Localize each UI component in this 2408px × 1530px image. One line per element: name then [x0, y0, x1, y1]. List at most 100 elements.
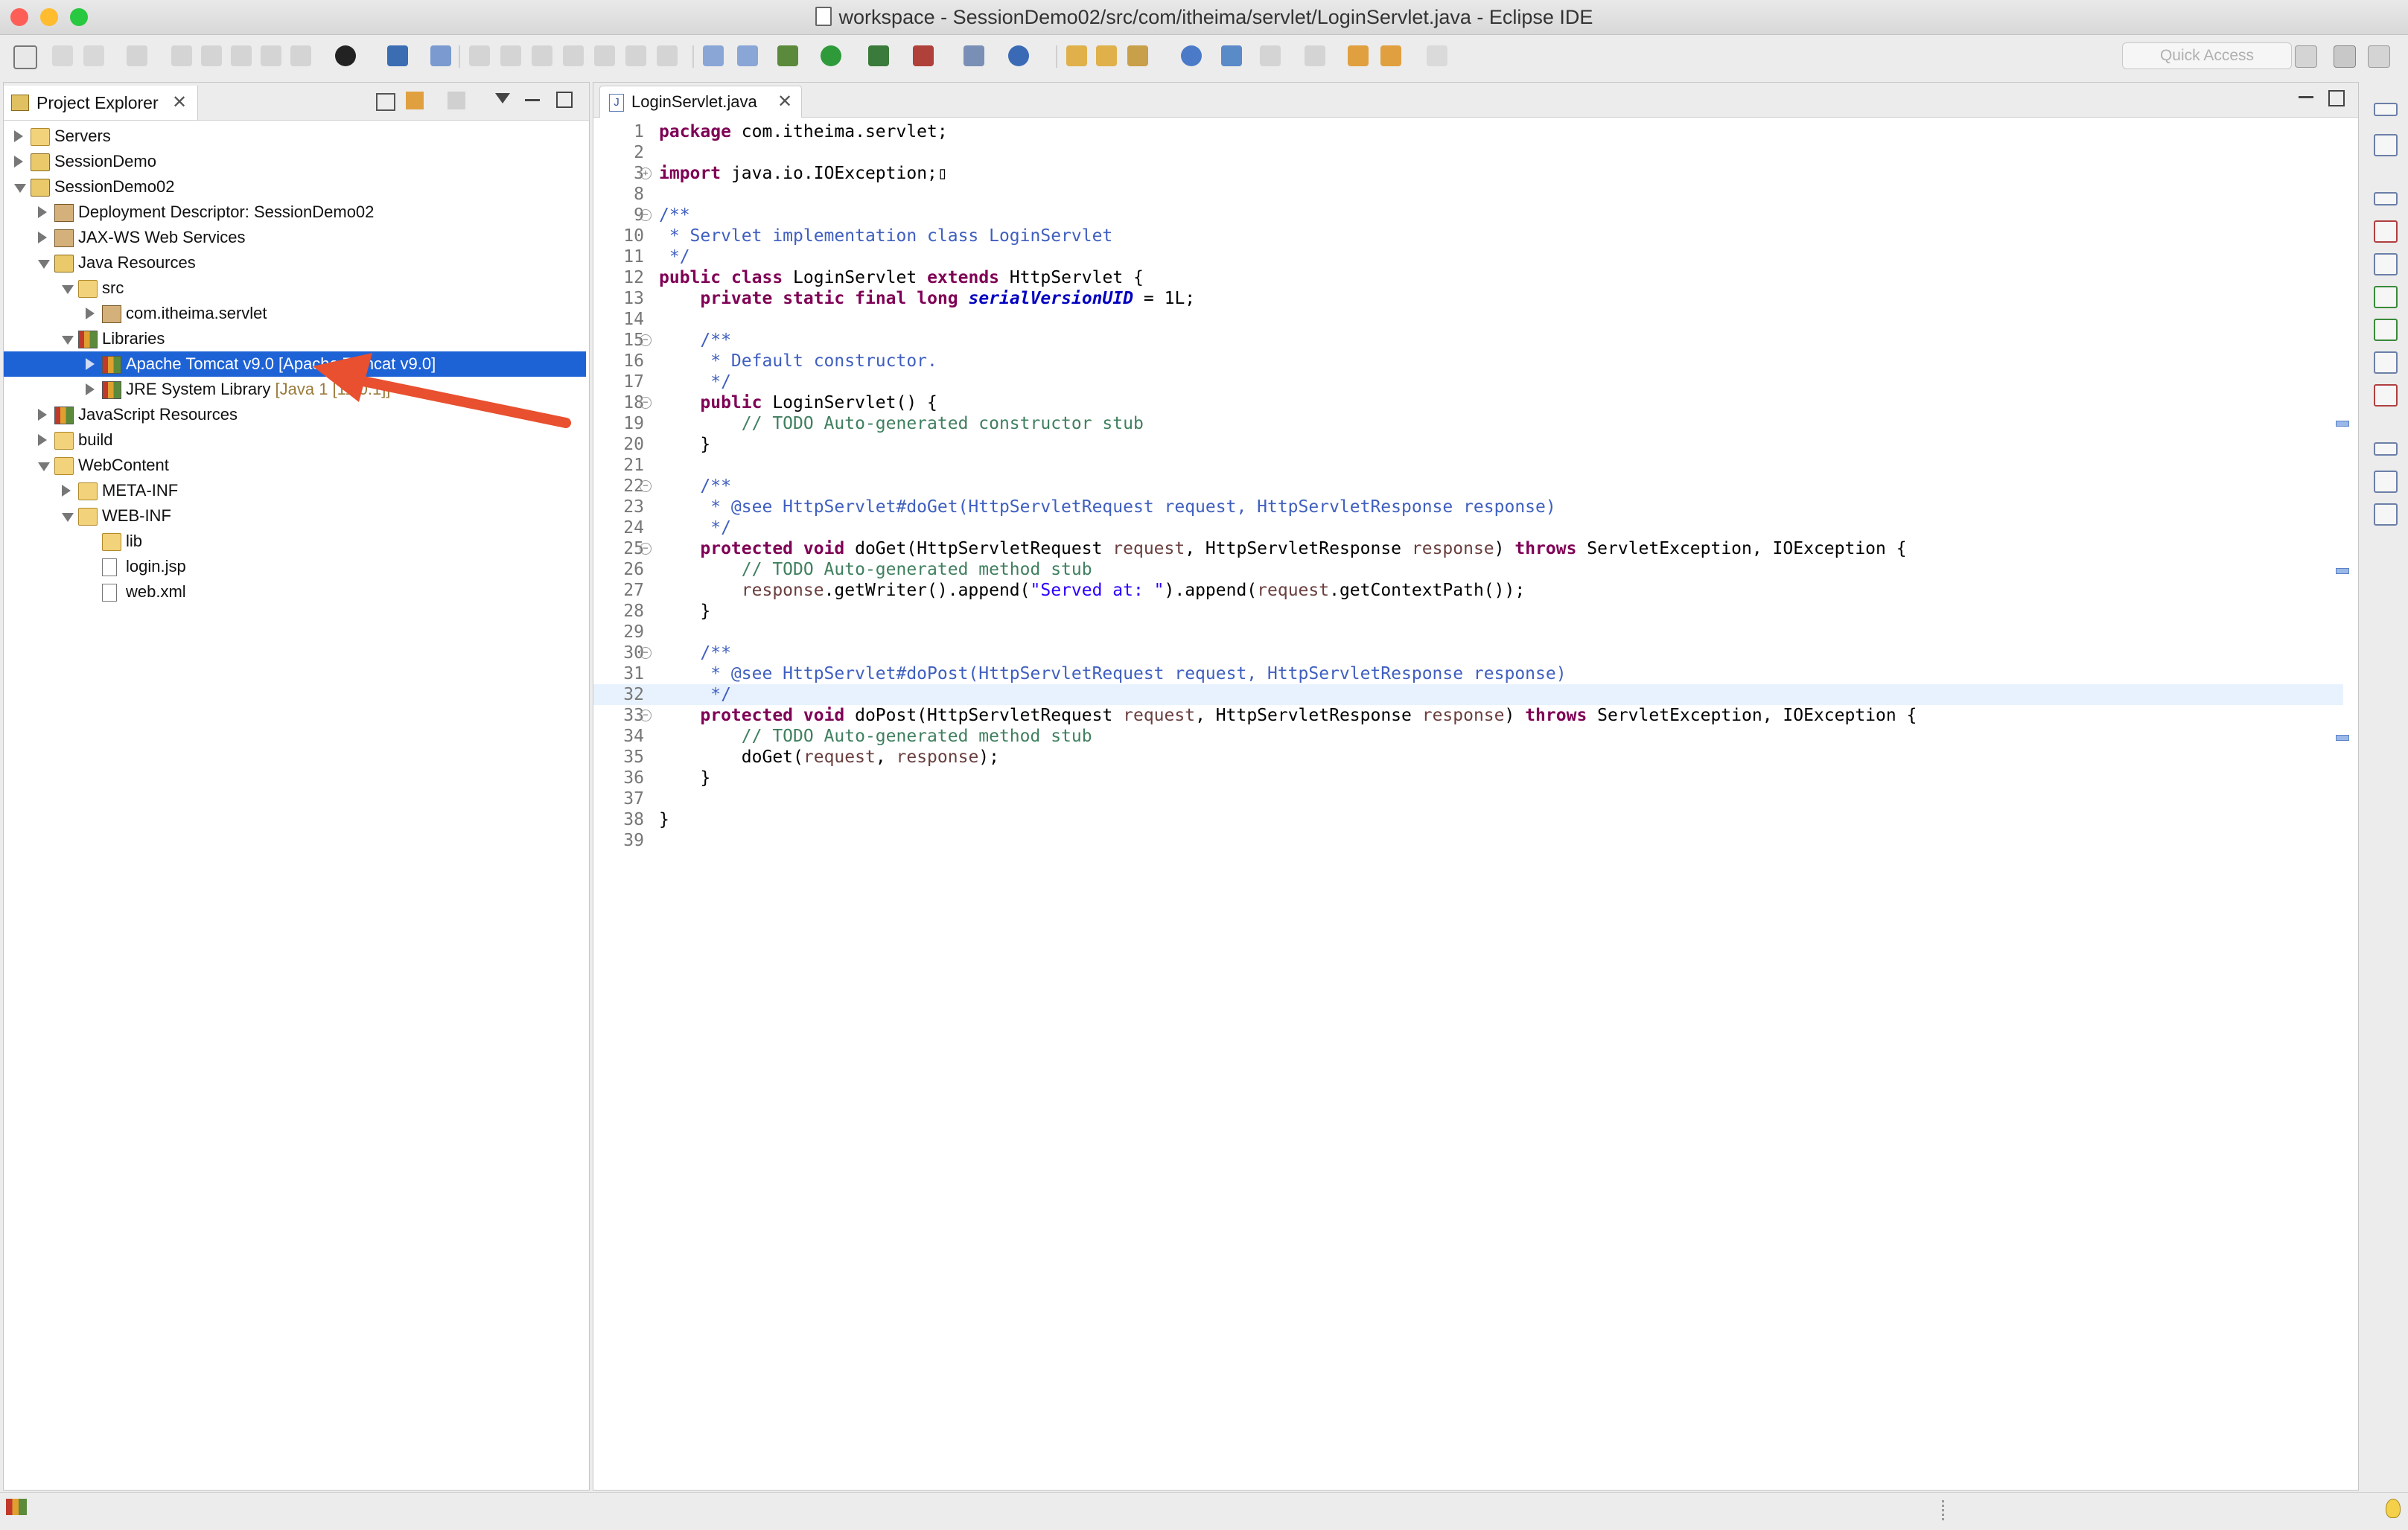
tree-item[interactable]: lib: [4, 529, 586, 554]
run-icon[interactable]: [821, 45, 841, 66]
collapse-all-icon[interactable]: [376, 93, 395, 111]
servers-icon[interactable]: [2374, 286, 2398, 308]
code-line[interactable]: 20 }: [593, 434, 2343, 455]
code-line[interactable]: 24 */: [593, 517, 2343, 538]
code-line[interactable]: 21: [593, 455, 2343, 476]
status-divider-handle[interactable]: [1942, 1500, 1944, 1523]
new-icon[interactable]: [13, 45, 37, 69]
skip-breakpoints-icon[interactable]: [430, 45, 451, 66]
tree-item[interactable]: com.itheima.servlet: [4, 301, 586, 326]
suspend-icon[interactable]: [500, 45, 521, 66]
close-icon[interactable]: ✕: [777, 91, 792, 112]
chevron-right-icon[interactable]: [86, 358, 95, 370]
snippets-icon[interactable]: [2374, 351, 2398, 374]
open-perspective-icon[interactable]: [2295, 45, 2317, 68]
account-icon[interactable]: [335, 45, 356, 66]
chevron-right-icon[interactable]: [38, 434, 47, 446]
open-type-icon[interactable]: [703, 45, 724, 66]
word-wrap-icon[interactable]: [261, 45, 281, 66]
code-line[interactable]: 22− /**: [593, 476, 2343, 497]
tree-item[interactable]: Java Resources: [4, 250, 586, 275]
new-web-service-icon[interactable]: [1008, 45, 1029, 66]
filters-icon[interactable]: [447, 92, 465, 109]
next-annotation-icon[interactable]: [1260, 45, 1281, 66]
java-ee-perspective-icon[interactable]: [2334, 45, 2356, 68]
debug-icon[interactable]: [777, 45, 798, 66]
code-line[interactable]: 1 package com.itheima.servlet;: [593, 121, 2343, 142]
terminate-icon[interactable]: [532, 45, 552, 66]
code-line[interactable]: 35 doGet(request, response);: [593, 747, 2343, 768]
resume-icon[interactable]: [469, 45, 490, 66]
step-return-icon[interactable]: [657, 45, 678, 66]
tree-item[interactable]: Servers: [4, 124, 586, 149]
code-line[interactable]: 28 }: [593, 601, 2343, 622]
new-server-icon[interactable]: [963, 45, 984, 66]
open-task-icon[interactable]: [737, 45, 758, 66]
code-line[interactable]: 38}: [593, 809, 2343, 830]
chevron-right-icon[interactable]: [14, 130, 23, 142]
view-menu-icon[interactable]: [495, 93, 510, 103]
code-line[interactable]: 36 }: [593, 768, 2343, 788]
restore-icon[interactable]: [2374, 442, 2398, 456]
code-line[interactable]: 30− /**: [593, 643, 2343, 663]
web-browser-icon[interactable]: [1181, 45, 1202, 66]
tree-item[interactable]: WEB-INF: [4, 503, 586, 529]
maximize-icon[interactable]: [556, 92, 573, 108]
build-icon[interactable]: [127, 45, 147, 66]
chevron-down-icon[interactable]: [38, 260, 50, 269]
external-tools-icon[interactable]: [913, 45, 934, 66]
tree-item[interactable]: login.jsp: [4, 554, 586, 579]
overview-ruler-marker[interactable]: [2336, 568, 2349, 574]
code-line[interactable]: 8: [593, 184, 2343, 205]
code-line[interactable]: 2: [593, 142, 2343, 163]
collapse-fold-icon[interactable]: −: [640, 480, 652, 492]
outline-icon[interactable]: [2374, 471, 2398, 493]
data-source-explorer-icon[interactable]: [2374, 319, 2398, 341]
code-line[interactable]: 29: [593, 622, 2343, 643]
step-into-icon[interactable]: [594, 45, 615, 66]
save-icon[interactable]: [52, 45, 73, 66]
web-services-explorer-icon[interactable]: [1221, 45, 1242, 66]
code-line[interactable]: 10 * Servlet implementation class LoginS…: [593, 226, 2343, 246]
previous-annotation-icon[interactable]: [1305, 45, 1325, 66]
tree-item[interactable]: SessionDemo: [4, 149, 586, 174]
chevron-right-icon[interactable]: [14, 156, 23, 168]
whitespace-icon[interactable]: [290, 45, 311, 66]
tree-item[interactable]: META-INF: [4, 478, 586, 503]
tree-item[interactable]: web.xml: [4, 579, 586, 605]
open-folder-icon[interactable]: [1066, 45, 1087, 66]
chevron-right-icon[interactable]: [38, 206, 47, 218]
properties-icon[interactable]: [2374, 253, 2398, 275]
code-line[interactable]: 13 private static final long serialVersi…: [593, 288, 2343, 309]
chevron-right-icon[interactable]: [62, 485, 71, 497]
annotation-icon[interactable]: [201, 45, 222, 66]
quick-access-input[interactable]: Quick Access: [2122, 42, 2292, 69]
search-icon[interactable]: [1127, 45, 1148, 66]
tab-login-servlet[interactable]: J LoginServlet.java ✕: [599, 86, 802, 118]
code-line[interactable]: 33− protected void doPost(HttpServletReq…: [593, 705, 2343, 726]
code-line[interactable]: 25− protected void doGet(HttpServletRequ…: [593, 538, 2343, 559]
collapse-fold-icon[interactable]: −: [640, 397, 652, 409]
code-line[interactable]: 26 // TODO Auto-generated method stub: [593, 559, 2343, 580]
chevron-down-icon[interactable]: [62, 513, 74, 522]
tree-item[interactable]: JAX-WS Web Services: [4, 225, 586, 250]
chevron-right-icon[interactable]: [38, 409, 47, 421]
chevron-right-icon[interactable]: [86, 307, 95, 319]
code-line[interactable]: 15− /**: [593, 330, 2343, 351]
link-with-editor-icon[interactable]: [406, 92, 424, 109]
code-line[interactable]: 14: [593, 309, 2343, 330]
tree-item[interactable]: Libraries: [4, 326, 586, 351]
code-line[interactable]: 3 + import java.io.IOException;▯: [593, 163, 2343, 184]
code-line[interactable]: 12 public class LoginServlet extends Http…: [593, 267, 2343, 288]
code-line[interactable]: 19 // TODO Auto-generated constructor st…: [593, 413, 2343, 434]
overview-ruler-marker[interactable]: [2336, 421, 2349, 427]
chevron-right-icon[interactable]: [38, 232, 47, 243]
task-list-icon[interactable]: [2374, 503, 2398, 526]
code-line[interactable]: 16 * Default constructor.: [593, 351, 2343, 372]
maximize-icon[interactable]: [2328, 90, 2345, 106]
disconnect-icon[interactable]: [563, 45, 584, 66]
chevron-down-icon[interactable]: [62, 336, 74, 345]
tree-item[interactable]: src: [4, 275, 586, 301]
restore-icon[interactable]: [2374, 103, 2398, 116]
expand-fold-icon[interactable]: +: [640, 168, 652, 179]
